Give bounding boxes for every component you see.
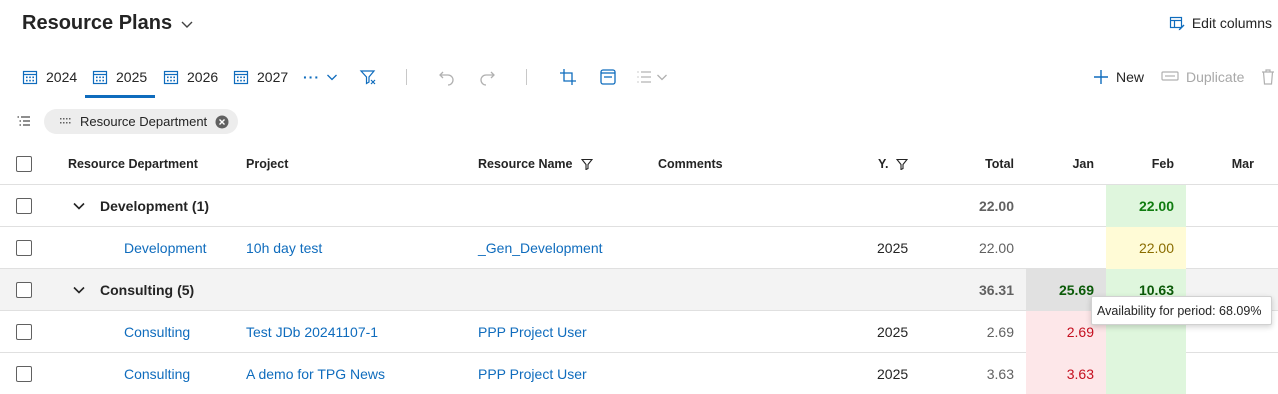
feb-cell[interactable]	[1106, 353, 1186, 394]
department-link[interactable]: Consulting	[124, 311, 190, 353]
plus-icon	[1093, 69, 1109, 85]
group-count: (1)	[191, 198, 210, 214]
toolbar-divider	[406, 69, 407, 85]
page-title-text: Resource Plans	[22, 12, 173, 34]
group-total: 36.31	[978, 282, 1014, 298]
project-link[interactable]: A demo for TPG News	[246, 353, 385, 394]
project-link[interactable]: Test JDb 20241107-1	[246, 311, 378, 353]
jan-cell[interactable]: 3.63	[1026, 353, 1106, 394]
edit-columns-button[interactable]: Edit columns	[1169, 15, 1272, 31]
filter-icon[interactable]	[580, 158, 593, 170]
year-tab-2026[interactable]: 2026	[163, 56, 219, 98]
col-header-year[interactable]: Y.	[878, 143, 909, 185]
year-tab-label: 2027	[257, 69, 289, 85]
col-header-total[interactable]: Total	[940, 143, 1014, 185]
new-button-label: New	[1116, 69, 1145, 85]
total-cell: 22.00	[978, 240, 1014, 256]
group-count: (5)	[177, 282, 195, 298]
group-chip-label: Resource Department	[80, 114, 208, 129]
chevron-down-icon[interactable]	[72, 269, 86, 311]
chevron-down-icon[interactable]	[180, 17, 194, 31]
col-header-feb[interactable]: Feb	[1106, 143, 1174, 185]
year-cell: 2025	[877, 366, 909, 382]
redo-icon[interactable]	[477, 67, 497, 87]
group-name: Development	[100, 198, 188, 214]
year-tab-2027[interactable]: 2027	[233, 56, 289, 98]
duplicate-button-label: Duplicate	[1186, 69, 1245, 85]
col-header-resource-name[interactable]: Resource Name	[478, 143, 593, 185]
calendar-icon	[233, 69, 249, 85]
group-by-icon[interactable]	[16, 113, 32, 129]
table-row[interactable]: Consulting A demo for TPG News PPP Proje…	[0, 353, 1278, 394]
year-tab-label: 2025	[116, 69, 148, 85]
col-header-jan[interactable]: Jan	[1026, 143, 1094, 185]
col-header-mar[interactable]: Mar	[1186, 143, 1254, 185]
duplicate-button[interactable]: Duplicate	[1161, 56, 1244, 98]
drag-handle-icon[interactable]	[60, 117, 72, 127]
col-header-year-label: Y.	[878, 157, 889, 171]
more-years-button[interactable]: ···	[303, 56, 338, 98]
undo-icon[interactable]	[437, 67, 457, 87]
group-title: Consulting (5)	[100, 269, 194, 311]
group-total: 22.00	[978, 198, 1014, 214]
resource-name-link[interactable]: _Gen_Development	[478, 227, 603, 269]
grid-header-row: Resource Department Project Resource Nam…	[0, 143, 1278, 185]
year-tab-label: 2024	[46, 69, 78, 85]
availability-tooltip: Availability for period: 68.09%	[1091, 296, 1273, 325]
calendar-icon	[163, 69, 179, 85]
year-tab-2025[interactable]: 2025	[85, 56, 155, 98]
jan-cell[interactable]	[1026, 227, 1106, 269]
chevron-down-icon[interactable]	[72, 185, 86, 227]
feb-cell[interactable]: 22.00	[1106, 227, 1186, 269]
clear-filter-icon[interactable]	[358, 67, 378, 87]
select-all-checkbox[interactable]	[16, 156, 32, 172]
list-options-icon[interactable]	[636, 67, 676, 87]
col-header-project[interactable]: Project	[246, 143, 288, 185]
remove-chip-icon[interactable]	[215, 115, 229, 129]
group-row-development[interactable]: Development (1) 22.00 22.00	[0, 185, 1278, 227]
project-link[interactable]: 10h day test	[246, 227, 322, 269]
table-row[interactable]: Consulting Test JDb 20241107-1 PPP Proje…	[0, 311, 1278, 353]
delete-icon[interactable]	[1258, 67, 1278, 87]
row-checkbox[interactable]	[16, 366, 32, 382]
toolbar-divider	[526, 69, 527, 85]
table-row[interactable]: Development 10h day test _Gen_Developmen…	[0, 227, 1278, 269]
new-button[interactable]: New	[1093, 56, 1144, 98]
edit-columns-icon	[1169, 15, 1185, 31]
year-cell: 2025	[877, 324, 909, 340]
total-cell: 3.63	[986, 366, 1014, 382]
row-checkbox[interactable]	[16, 282, 32, 298]
more-dots-icon: ···	[303, 69, 320, 85]
resource-name-link[interactable]: PPP Project User	[478, 353, 587, 394]
group-row-consulting[interactable]: Consulting (5) 36.31 25.69 10.63	[0, 269, 1278, 311]
edit-columns-label: Edit columns	[1191, 15, 1272, 31]
group-chip[interactable]: Resource Department	[44, 109, 239, 134]
calendar-icon	[22, 69, 38, 85]
toolbar: 2024 2025 2026 2027 ··· New Duplicate	[0, 56, 1278, 98]
group-title: Development (1)	[100, 185, 209, 227]
page-title[interactable]: Resource Plans	[22, 12, 194, 35]
collapse-groups-icon[interactable]	[598, 67, 618, 87]
calendar-icon	[92, 69, 108, 85]
year-tab-2024[interactable]: 2024	[22, 56, 78, 98]
col-header-department[interactable]: Resource Department	[68, 143, 198, 185]
chevron-down-icon	[326, 71, 338, 83]
duplicate-icon	[1161, 69, 1179, 85]
department-link[interactable]: Development	[124, 227, 207, 269]
total-cell: 2.69	[986, 324, 1014, 340]
department-link[interactable]: Consulting	[124, 353, 190, 394]
filter-icon[interactable]	[896, 158, 909, 170]
year-tab-label: 2026	[187, 69, 219, 85]
group-name: Consulting	[100, 282, 174, 298]
row-checkbox[interactable]	[16, 198, 32, 214]
group-feb: 22.00	[1106, 185, 1186, 227]
group-jan	[1026, 185, 1106, 227]
row-checkbox[interactable]	[16, 240, 32, 256]
col-header-resource-name-label: Resource Name	[478, 157, 573, 171]
col-header-comments[interactable]: Comments	[658, 143, 723, 185]
resource-name-link[interactable]: PPP Project User	[478, 311, 587, 353]
crop-icon[interactable]	[558, 67, 578, 87]
year-cell: 2025	[877, 240, 909, 256]
row-checkbox[interactable]	[16, 324, 32, 340]
